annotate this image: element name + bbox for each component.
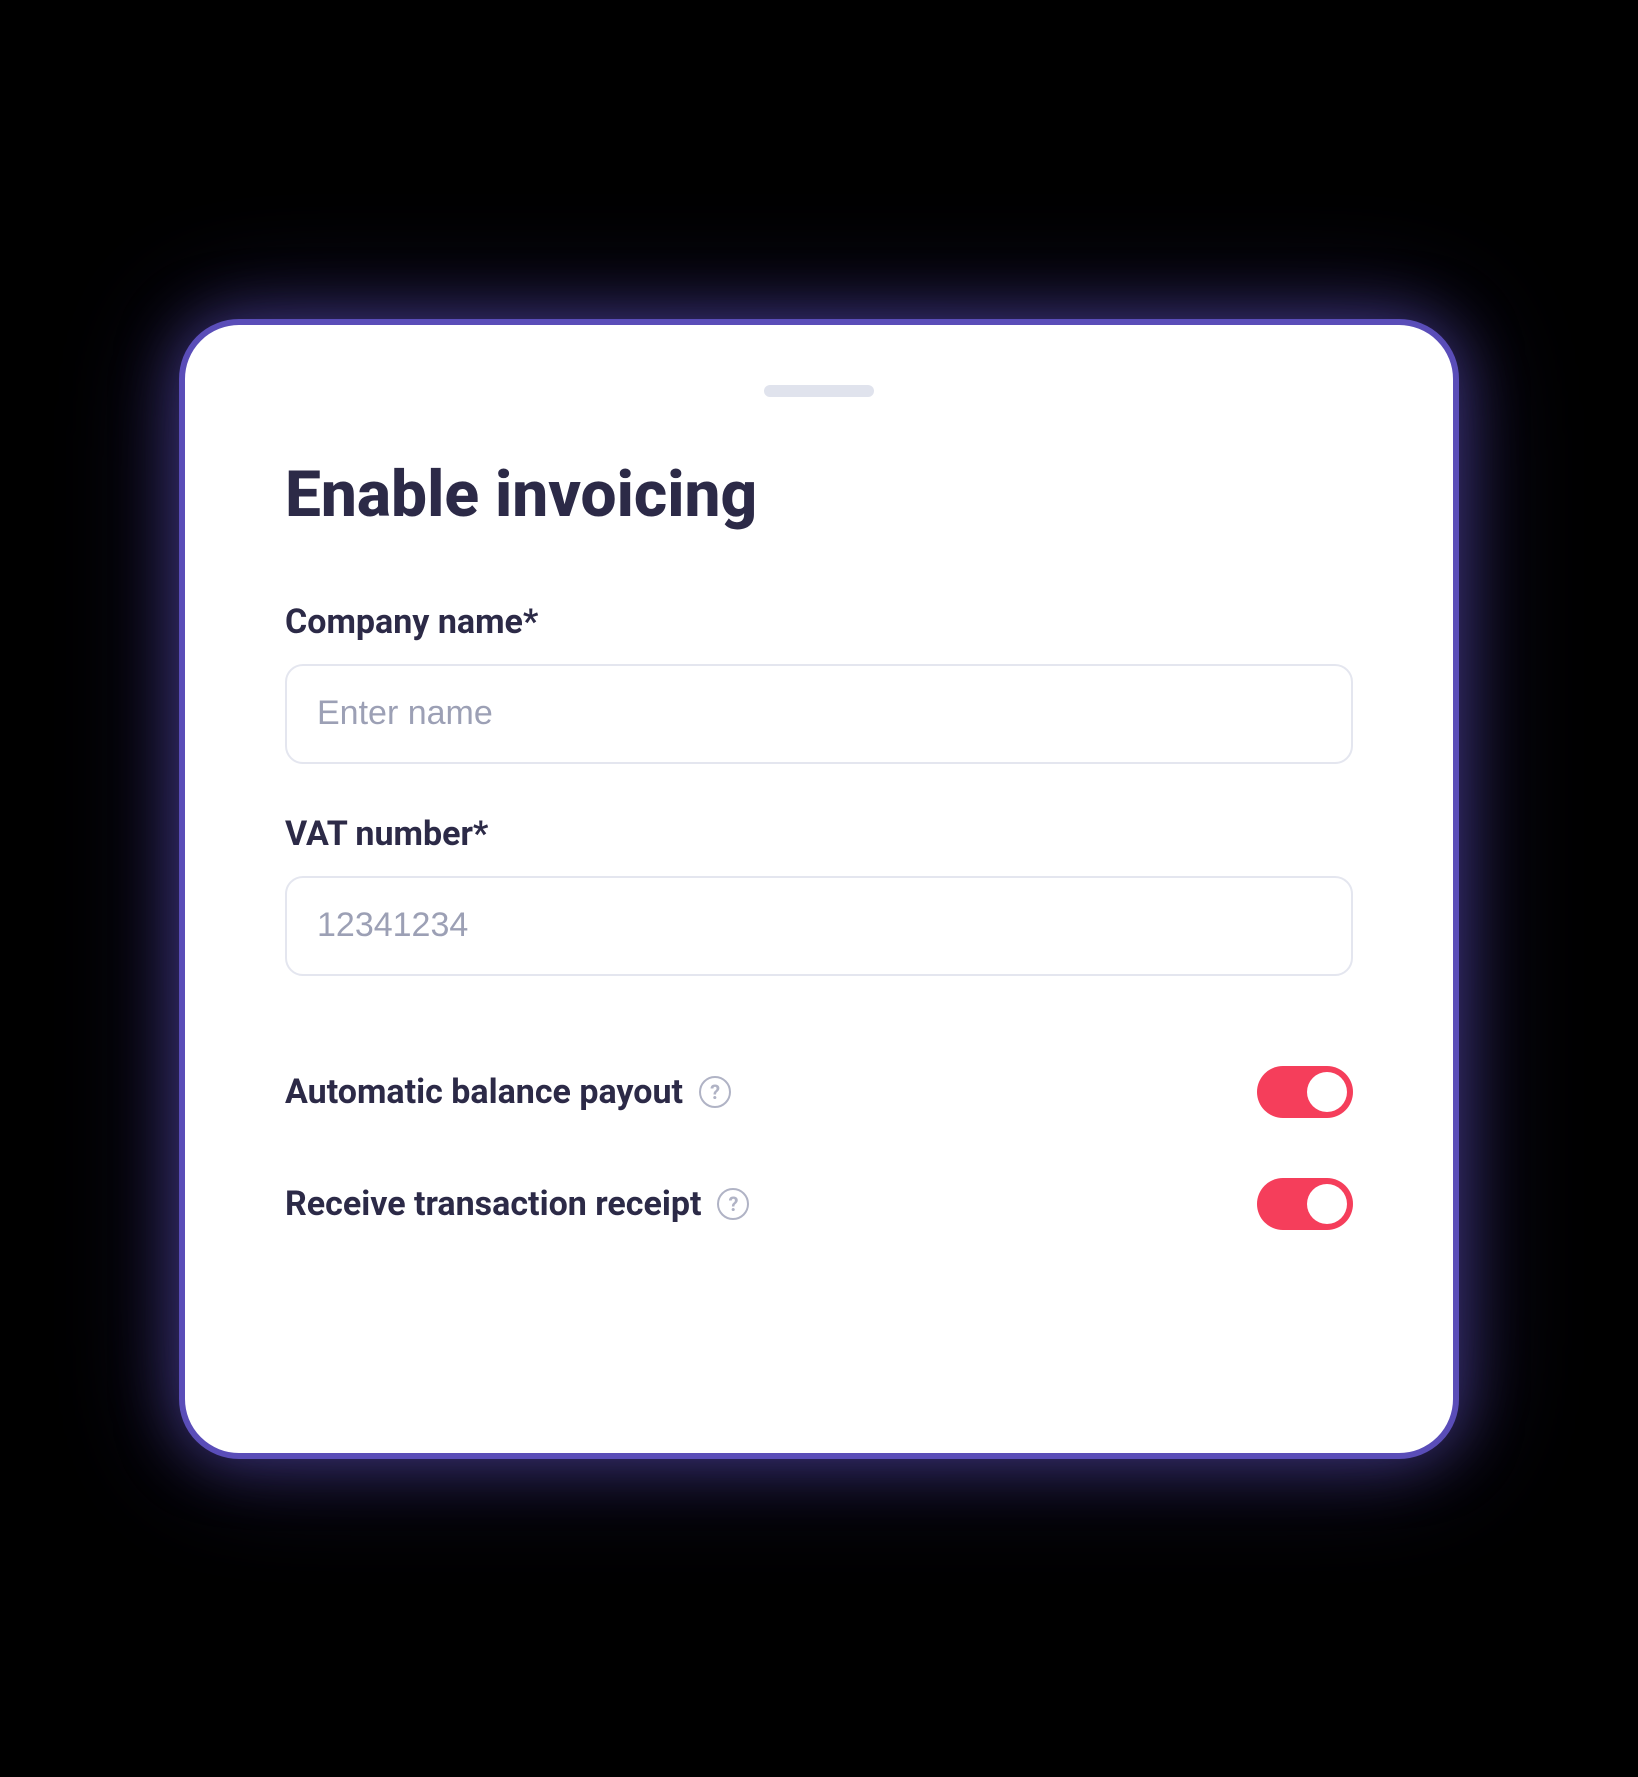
company-name-label: Company name*	[285, 602, 1353, 642]
company-name-field-group: Company name*	[285, 602, 1353, 764]
help-icon[interactable]: ?	[717, 1188, 749, 1220]
toggle-knob	[1307, 1184, 1347, 1224]
help-icon[interactable]: ?	[699, 1076, 731, 1108]
auto-payout-row: Automatic balance payout ?	[285, 1066, 1353, 1118]
drag-handle[interactable]	[764, 385, 874, 397]
invoicing-panel: Enable invoicing Company name* VAT numbe…	[179, 319, 1459, 1459]
receipt-toggle[interactable]	[1257, 1178, 1353, 1230]
receipt-row: Receive transaction receipt ?	[285, 1178, 1353, 1230]
auto-payout-label: Automatic balance payout	[285, 1072, 683, 1112]
toggle-knob	[1307, 1072, 1347, 1112]
vat-number-input[interactable]	[285, 876, 1353, 976]
auto-payout-toggle[interactable]	[1257, 1066, 1353, 1118]
vat-number-label: VAT number*	[285, 814, 1353, 854]
company-name-input[interactable]	[285, 664, 1353, 764]
receipt-label: Receive transaction receipt	[285, 1184, 701, 1224]
panel-title: Enable invoicing	[285, 457, 1353, 532]
vat-number-field-group: VAT number*	[285, 814, 1353, 976]
